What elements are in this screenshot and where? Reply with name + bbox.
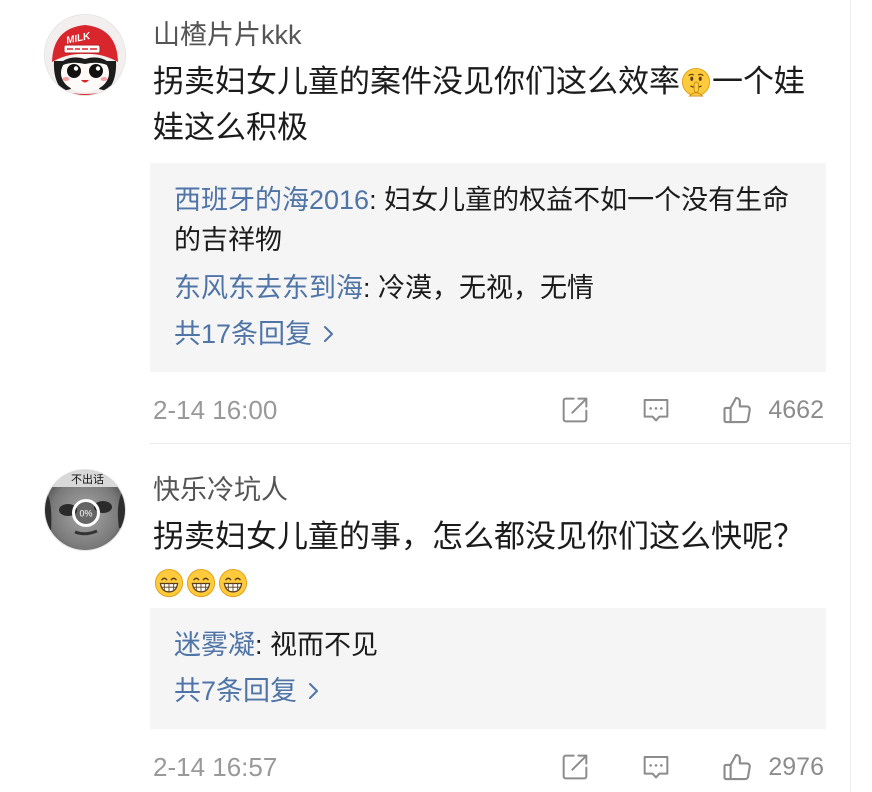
more-replies-link[interactable]: 共17条回复 (174, 314, 802, 354)
chevron-right-icon (308, 682, 319, 700)
comment-timestamp: 2-14 16:00 (153, 394, 278, 425)
comment-text[interactable]: 拐卖妇女儿童的案件没见你们这么效率 一个娃娃这么积极 (153, 59, 821, 151)
avatar-lettering: 不出话 (71, 472, 104, 486)
comment-body: 山楂片片kkk 拐卖妇女儿童的案件没见你们这么效率 一个娃娃这么积极 西班牙的海… (150, 18, 826, 430)
share-button[interactable] (558, 393, 592, 427)
comment-footer: 2-14 16:00 4662 (153, 390, 824, 430)
reply-text: 冷漠，无视，无情 (378, 273, 595, 303)
reply-username[interactable]: 东风东去东到海 (174, 273, 363, 303)
like-button[interactable]: 4662 (720, 393, 824, 427)
comment-actions: 2976 (558, 750, 824, 784)
comment-icon (644, 756, 669, 779)
reply-separator: : (255, 630, 271, 660)
share-button[interactable] (558, 750, 592, 784)
like-button[interactable]: 2976 (720, 750, 824, 784)
shushing-face-emoji-icon (681, 67, 711, 97)
reply-separator: : (369, 185, 385, 215)
comment-button[interactable] (639, 393, 673, 427)
beaming-face-emoji-icon (186, 568, 216, 598)
comment-text-part: 拐卖妇女儿童的案件没见你们这么效率 (153, 64, 680, 99)
more-replies-label: 共7条回复 (174, 676, 298, 706)
beaming-face-emoji-icon (218, 568, 248, 598)
user-avatar[interactable]: MILK (45, 15, 125, 95)
like-count: 4662 (768, 395, 824, 424)
like-icon (723, 753, 752, 781)
like-icon (723, 396, 752, 424)
beaming-face-emoji-icon (154, 568, 184, 598)
user-avatar[interactable]: 不出话 0% (45, 470, 125, 550)
reply-item: 西班牙的海2016: 妇女儿童的权益不如一个没有生命的吉祥物 (174, 180, 802, 260)
comment-username[interactable]: 山楂片片kkk (153, 18, 826, 52)
like-icon-wrap (720, 750, 754, 784)
like-icon-wrap (720, 393, 754, 427)
reply-separator: : (363, 273, 379, 303)
more-replies-label: 共17条回复 (174, 319, 313, 349)
reply-item: 迷雾凝: 视而不见 (174, 625, 802, 665)
comment-footer: 2-14 16:57 2976 (153, 747, 824, 787)
reply-username[interactable]: 迷雾凝 (174, 630, 255, 660)
comment-text[interactable]: 拐卖妇女儿童的事，怎么都没见你们这么快呢？ (153, 514, 821, 606)
reply-username[interactable]: 西班牙的海2016 (174, 185, 369, 215)
share-icon (563, 754, 588, 780)
comment-username[interactable]: 快乐冷坑人 (153, 473, 826, 507)
comment-icon (644, 399, 669, 422)
comment-item: MILK 山楂片片kkk 拐卖妇女儿童的案件没见你们这么效率 一个娃娃这么积极 (0, 0, 850, 455)
comment-body: 快乐冷坑人 拐卖妇女儿童的事，怎么都没见你们这么快呢？ 迷雾凝: 视而不见 共7… (150, 473, 826, 787)
reply-text: 视而不见 (270, 630, 379, 660)
page-edge-border (850, 0, 851, 792)
like-count: 2976 (768, 752, 824, 781)
cartoon-girl-avatar-icon: MILK (45, 15, 125, 95)
share-icon (563, 397, 588, 423)
comment-actions: 4662 (558, 393, 824, 427)
meme-face-avatar-icon: 不出话 0% (45, 470, 125, 550)
comment-timestamp: 2-14 16:57 (153, 751, 278, 782)
more-replies-link[interactable]: 共7条回复 (174, 671, 802, 711)
comment-text-part: 拐卖妇女儿童的事，怎么都没见你们这么快呢？ (153, 519, 804, 554)
chevron-right-icon (323, 325, 334, 343)
comment-item: 不出话 0% 快乐冷坑人 拐卖妇女儿童的事，怎么都没见你们这么快呢？ 迷雾凝: … (0, 455, 850, 792)
avatar-loading-label: 0% (79, 509, 92, 519)
comment-button[interactable] (639, 750, 673, 784)
reply-item: 东风东去东到海: 冷漠，无视，无情 (174, 268, 802, 308)
reply-preview-box[interactable]: 西班牙的海2016: 妇女儿童的权益不如一个没有生命的吉祥物 东风东去东到海: … (150, 163, 826, 372)
reply-preview-box[interactable]: 迷雾凝: 视而不见 共7条回复 (150, 608, 826, 729)
